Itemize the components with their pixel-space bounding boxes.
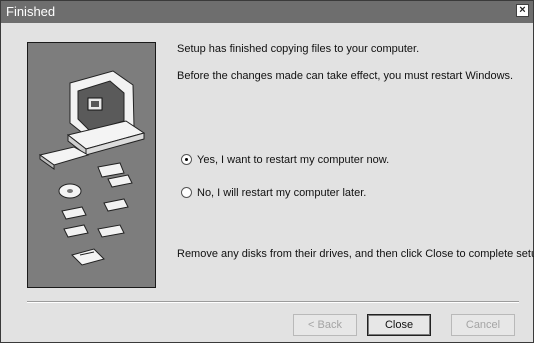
restart-later-label[interactable]: No, I will restart my computer later. (197, 187, 366, 200)
back-button[interactable]: < Back (293, 314, 357, 336)
window-title: Finished (6, 4, 56, 19)
close-window-icon[interactable]: × (516, 4, 529, 17)
computer-illustration-icon (38, 70, 146, 266)
finished-message: Setup has finished copying files to your… (177, 43, 420, 55)
title-bar: Finished × (1, 1, 533, 23)
instruction-text: Remove any disks from their drives, and … (177, 248, 534, 260)
restart-later-radio[interactable] (181, 187, 192, 198)
restart-now-radio[interactable] (181, 154, 192, 165)
restart-message: Before the changes made can take effect,… (177, 70, 514, 82)
restart-now-label[interactable]: Yes, I want to restart my computer now. (197, 154, 389, 167)
radio-selected-dot (185, 158, 188, 161)
cancel-button[interactable]: Cancel (451, 314, 515, 336)
setup-window: Finished × Setup has finished copying fi… (0, 0, 534, 343)
separator (27, 301, 519, 303)
setup-illustration (27, 42, 156, 288)
close-button[interactable]: Close (367, 314, 431, 336)
